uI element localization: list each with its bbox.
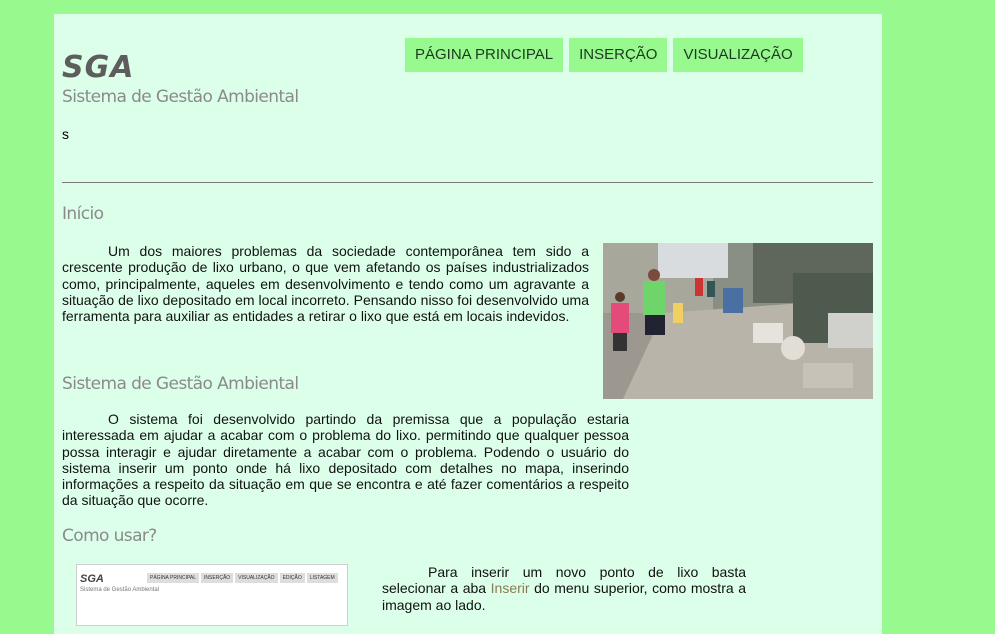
mini-nav-item: PÁGINA PRINCIPAL bbox=[147, 573, 200, 583]
header-divider bbox=[62, 182, 873, 183]
nav-insercao[interactable]: INSERÇÃO bbox=[569, 38, 668, 72]
nav-pagina-principal[interactable]: PÁGINA PRINCIPAL bbox=[405, 38, 564, 72]
mini-subtitle: Sistema de Gestão Ambiental bbox=[80, 587, 160, 593]
mini-nav-item: EDIÇÃO bbox=[279, 573, 305, 583]
mini-screenshot: SGA Sistema de Gestão Ambiental PÁGINA P… bbox=[76, 564, 348, 626]
section-text-como-usar: Para inserir um novo ponto de lixo basta… bbox=[382, 564, 746, 613]
inserir-link[interactable]: Inserir bbox=[491, 580, 530, 596]
mini-nav-item: INSERÇÃO bbox=[201, 573, 234, 583]
section-text-sga: O sistema foi desenvolvido partindo da p… bbox=[62, 411, 629, 509]
section-title-inicio: Início bbox=[62, 204, 104, 224]
stray-text: s bbox=[62, 126, 69, 142]
garbage-street-photo bbox=[603, 243, 873, 399]
site-subtitle: Sistema de Gestão Ambiental bbox=[62, 87, 299, 107]
section-text-inicio: Um dos maiores problemas da sociedade co… bbox=[62, 243, 589, 325]
site-logo[interactable]: SGA bbox=[62, 50, 134, 85]
mini-logo: SGA bbox=[80, 573, 104, 585]
section-title-como-usar: Como usar? bbox=[62, 526, 157, 546]
page-container: SGA Sistema de Gestão Ambiental s PÁGINA… bbox=[54, 14, 882, 634]
mini-nav: PÁGINA PRINCIPAL INSERÇÃO VISUALIZAÇÃO E… bbox=[147, 573, 338, 583]
mini-nav-item: VISUALIZAÇÃO bbox=[235, 573, 278, 583]
section-title-sga: Sistema de Gestão Ambiental bbox=[62, 374, 299, 394]
nav-visualizacao[interactable]: VISUALIZAÇÃO bbox=[673, 38, 803, 72]
main-nav: PÁGINA PRINCIPAL INSERÇÃO VISUALIZAÇÃO bbox=[405, 38, 803, 72]
mini-nav-item: LISTAGEM bbox=[306, 573, 338, 583]
